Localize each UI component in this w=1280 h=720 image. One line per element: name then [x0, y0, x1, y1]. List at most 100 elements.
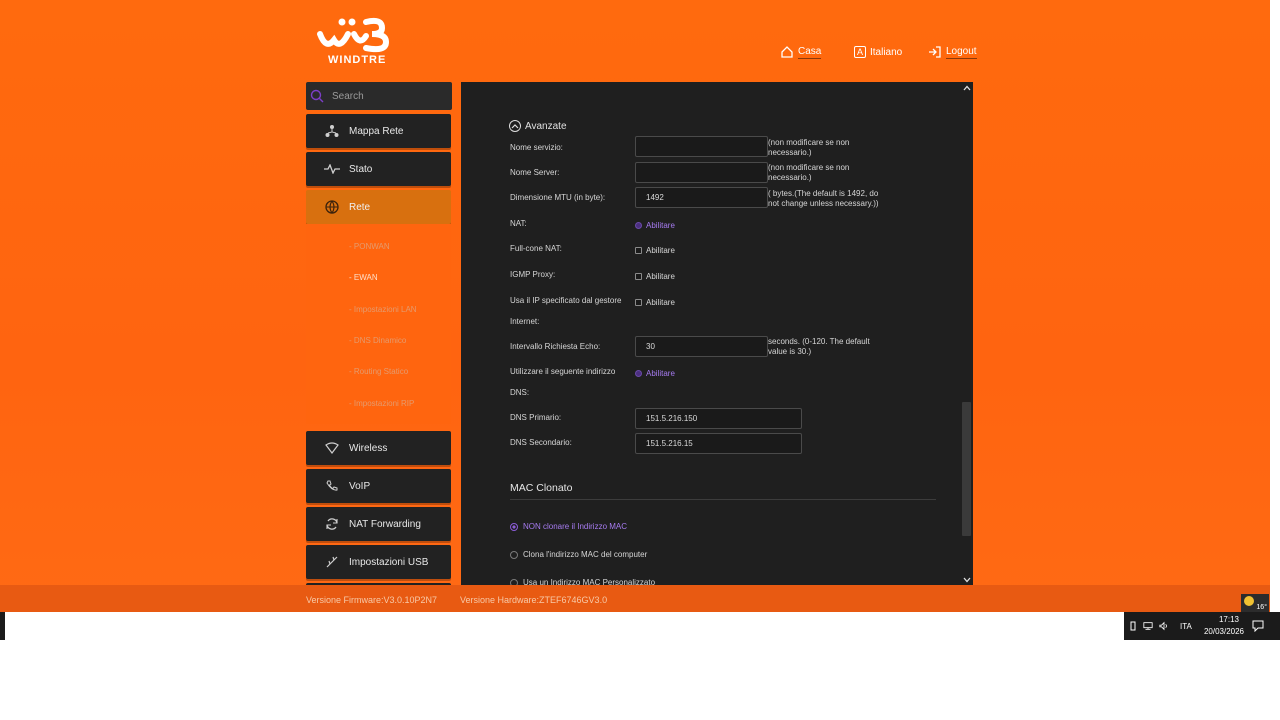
volume-icon[interactable]	[1159, 621, 1169, 631]
language-icon: A	[854, 46, 866, 58]
igmp-proxy-label: IGMP Proxy:	[510, 270, 556, 279]
footer-bar	[0, 585, 1270, 612]
sidebar-item-label: Wireless	[349, 442, 388, 454]
submenu-item-dynamic-dns[interactable]: - DNS Dinamico	[349, 336, 406, 345]
mac-clone-title: MAC Clonato	[510, 482, 573, 494]
right-edge-strip	[1270, 0, 1280, 612]
taskbar-left-edge	[0, 612, 5, 640]
submenu-item-ponwan[interactable]: - PONWAN	[349, 242, 390, 251]
chevron-up-icon	[509, 120, 521, 132]
dns-primary-input[interactable]: 151.5.216.150	[635, 408, 802, 429]
weather-temperature: 16°	[1256, 604, 1267, 611]
home-link[interactable]: Casa	[780, 44, 822, 60]
network-map-icon	[324, 123, 340, 139]
sidebar-item-label: Mappa Rete	[349, 125, 404, 137]
server-name-input[interactable]	[635, 162, 768, 183]
clock-time[interactable]: 17:13	[1209, 615, 1249, 624]
sidebar-item-label: Rete	[349, 201, 371, 213]
checkbox-box	[635, 222, 642, 229]
use-dns-label-line2: DNS:	[510, 388, 530, 397]
igmp-proxy-option-label: Abilitare	[646, 272, 675, 281]
isp-ip-checkbox[interactable]: Abilitare	[635, 298, 675, 307]
notification-icon[interactable]	[1252, 620, 1264, 632]
checkbox-box	[635, 370, 642, 377]
brand-name: WINDTRE	[328, 54, 387, 66]
isp-ip-label-line1: Usa il IP specificato dal gestore	[510, 296, 622, 305]
igmp-proxy-checkbox[interactable]: Abilitare	[635, 272, 675, 281]
mtu-note: ( bytes.(The default is 1492, do not cha…	[768, 189, 879, 208]
dns-secondary-label: DNS Secondario:	[510, 438, 572, 447]
main-panel	[461, 82, 973, 585]
weather-widget[interactable]: 16°	[1241, 594, 1269, 612]
section-title: Avanzate	[525, 120, 567, 132]
mac-option-label: NON clonare il Indirizzo MAC	[523, 522, 628, 531]
wifi-icon	[324, 440, 340, 456]
sidebar-item-label: NAT Forwarding	[349, 518, 421, 530]
usb-device-icon[interactable]	[1128, 621, 1138, 631]
mac-option-label: Clona l'indirizzo MAC del computer	[523, 550, 648, 559]
search-icon	[310, 89, 324, 103]
mtu-input[interactable]: 1492	[635, 187, 768, 208]
sun-icon	[1244, 596, 1254, 606]
full-cone-nat-checkbox[interactable]: Abilitare	[635, 246, 675, 255]
scrollbar-thumb[interactable]	[962, 402, 971, 536]
service-name-input[interactable]	[635, 136, 768, 157]
logout-icon	[929, 46, 941, 58]
rete-submenu: - PONWAN - EWAN - Impostazioni LAN - DNS…	[306, 224, 451, 424]
search-input[interactable]	[332, 90, 432, 102]
submenu-item-rip-settings[interactable]: - Impostazioni RIP	[349, 399, 414, 408]
submenu-item-ewan[interactable]: - EWAN	[349, 273, 378, 282]
home-icon	[781, 46, 793, 58]
dns-primary-label: DNS Primario:	[510, 413, 562, 422]
sidebar-item-label: VoIP	[349, 480, 371, 492]
network-icon[interactable]	[1143, 621, 1153, 631]
router-admin-page: { "header": { "brand": "WINDTRE", "home_…	[0, 0, 1280, 720]
usb-icon	[324, 554, 340, 570]
home-label: Casa	[798, 45, 822, 59]
sidebar-item-usb-settings[interactable]: Impostazioni USB	[306, 545, 451, 579]
sidebar-item-stato[interactable]: Stato	[306, 152, 451, 186]
language-selector[interactable]: A Italiano	[854, 44, 902, 60]
windtre-logo[interactable]: WINDTRE	[314, 16, 404, 70]
hardware-version: Versione Hardware:ZTEF6746GV3.0	[460, 595, 608, 605]
globe-icon	[324, 199, 340, 215]
sidebar-item-voip[interactable]: VoIP	[306, 469, 451, 503]
dns-secondary-input[interactable]: 151.5.216.15	[635, 433, 802, 454]
sidebar-item-nat-forwarding[interactable]: NAT Forwarding	[306, 507, 451, 541]
sidebar-item-label: Impostazioni USB	[349, 556, 429, 568]
scroll-down-icon[interactable]	[961, 575, 972, 585]
radio-dot	[510, 522, 518, 531]
nat-label: NAT:	[510, 219, 527, 228]
submenu-item-static-routing[interactable]: - Routing Statico	[349, 367, 408, 376]
use-dns-checkbox[interactable]: Abilitare	[635, 369, 675, 378]
sidebar-item-rete[interactable]: Rete	[306, 190, 451, 224]
sidebar-item-wireless[interactable]: Wireless	[306, 431, 451, 465]
divider	[510, 499, 936, 500]
server-name-note: (non modificare se non necessario.)	[768, 163, 850, 182]
logout-link[interactable]: Logout	[928, 44, 977, 60]
full-cone-nat-option-label: Abilitare	[646, 246, 675, 255]
refresh-icon	[324, 516, 340, 532]
mac-option-clone-computer[interactable]: Clona l'indirizzo MAC del computer	[510, 550, 647, 559]
logo-mark-icon	[317, 17, 390, 53]
logout-label: Logout	[946, 45, 977, 59]
input-language[interactable]: ITA	[1180, 622, 1192, 631]
scroll-up-icon[interactable]	[961, 83, 972, 93]
search-box	[306, 82, 452, 110]
echo-interval-input[interactable]: 30	[635, 336, 768, 357]
nat-checkbox[interactable]: Abilitare	[635, 221, 675, 230]
mtu-label: Dimensione MTU (in byte):	[510, 193, 606, 202]
mac-option-no-clone[interactable]: NON clonare il Indirizzo MAC	[510, 522, 627, 531]
clock-date[interactable]: 20/03/2026	[1200, 627, 1248, 636]
sidebar-item-mappa-rete[interactable]: Mappa Rete	[306, 114, 451, 148]
language-label: Italiano	[870, 46, 903, 58]
system-tray: ITA 17:13 20/03/2026	[1124, 612, 1280, 640]
isp-ip-label-line2: Internet:	[510, 317, 540, 326]
submenu-item-lan-settings[interactable]: - Impostazioni LAN	[349, 305, 417, 314]
full-cone-nat-label: Full-cone NAT:	[510, 244, 562, 253]
nat-option-label: Abilitare	[646, 221, 675, 230]
advanced-section-toggle[interactable]: Avanzate	[509, 120, 567, 132]
checkbox-box	[635, 299, 642, 306]
pulse-icon	[324, 161, 340, 177]
echo-interval-label: Intervallo Richiesta Echo:	[510, 342, 601, 351]
